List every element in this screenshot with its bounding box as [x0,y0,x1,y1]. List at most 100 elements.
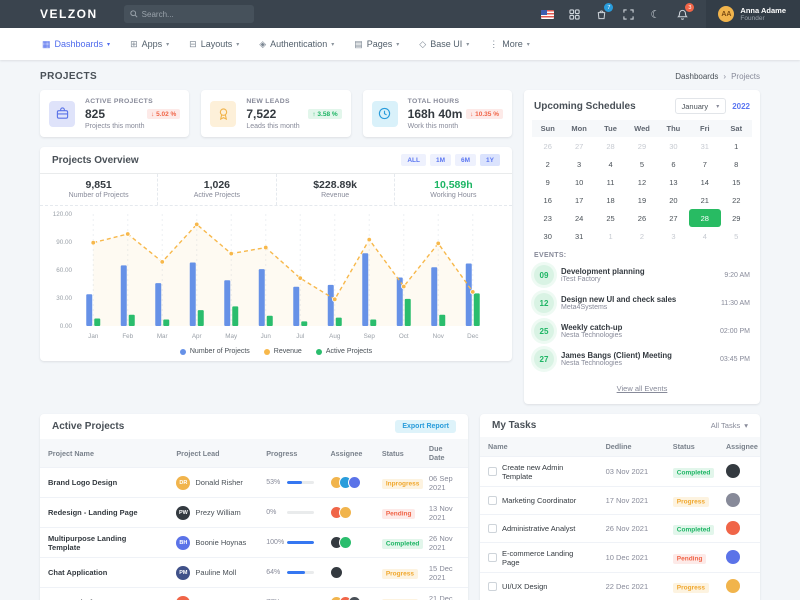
weekday-label: Mon [563,120,594,137]
calendar-day[interactable]: 5 [626,155,657,173]
calendar-day[interactable]: 2 [626,227,657,245]
calendar-day[interactable]: 17 [563,191,594,209]
projects-overview-chart: 0.0030.0060.0090.00120.00JanFebMarAprMay… [40,206,512,347]
legend-item-number-of-projects: Number of Projects [180,348,250,355]
calendar-day[interactable]: 3 [658,227,689,245]
user-menu[interactable]: AA Anna Adame Founder [706,0,800,28]
range-button-all[interactable]: ALL [401,154,426,166]
calendar-day[interactable]: 23 [532,209,563,227]
calendar-day[interactable]: 18 [595,191,626,209]
calendar-day[interactable]: 14 [689,173,720,191]
calendar-day[interactable]: 26 [532,137,563,155]
calendar-day[interactable]: 12 [626,173,657,191]
cart-icon[interactable]: 7 [594,7,608,21]
lead-name: Pauline Moll [195,568,236,577]
task-checkbox[interactable] [488,496,497,505]
export-report-button[interactable]: Export Report [395,420,456,433]
nav-item-apps[interactable]: ⊞Apps▾ [130,39,169,50]
avatar [726,521,740,535]
calendar-day[interactable]: 4 [595,155,626,173]
calendar-day[interactable]: 22 [721,191,752,209]
logo[interactable]: VELZON [40,7,98,21]
calendar-day[interactable]: 2 [532,155,563,173]
calendar-day[interactable]: 20 [658,191,689,209]
lead-name: Boonie Hoynas [195,538,246,547]
due-date: 21 Dec 2021 [421,588,468,600]
progress-cell: 100% [266,539,314,546]
breadcrumb-dashboards[interactable]: Dashboards [675,72,718,81]
apps-grid-icon[interactable] [567,7,581,21]
nav-item-dashboards[interactable]: ▦Dashboards▾ [42,39,110,50]
event-organization: Nesta Technologies [561,332,713,339]
task-checkbox[interactable] [488,524,497,533]
project-lead: BH Boonie Hoynas [176,536,250,550]
calendar-day[interactable]: 9 [532,173,563,191]
range-button-1y[interactable]: 1Y [480,154,500,166]
calendar-day-selected[interactable]: 28 [689,209,720,227]
range-button-1m[interactable]: 1M [430,154,451,166]
calendar-day[interactable]: 13 [658,173,689,191]
calendar-day[interactable]: 21 [689,191,720,209]
calendar-day[interactable]: 5 [721,227,752,245]
briefcase-icon [49,101,75,127]
language-flag-icon[interactable] [540,7,554,21]
task-checkbox[interactable] [488,467,497,476]
stat-label: ACTIVE PROJECTS [85,98,180,105]
calendar-day[interactable]: 16 [532,191,563,209]
calendar-day[interactable]: 26 [626,209,657,227]
calendar-day[interactable]: 1 [721,137,752,155]
overview-stat-label: Active Projects [158,192,275,199]
event-item: 09Development planningiTest Factory9:20 … [524,261,760,289]
table-row: E-commerce Landing Page10 Dec 2021Pendin… [480,543,760,573]
calendar-day[interactable]: 31 [563,227,594,245]
nav-item-more[interactable]: ⋮More▾ [489,39,530,50]
calendar-day[interactable]: 31 [689,137,720,155]
calendar-day[interactable]: 30 [532,227,563,245]
calendar-day[interactable]: 27 [563,137,594,155]
calendar-day[interactable]: 4 [689,227,720,245]
calendar-day[interactable]: 29 [721,209,752,227]
calendar-day[interactable]: 19 [626,191,657,209]
status-badge: Progress [382,569,418,579]
status-badge: Pending [382,509,416,519]
dark-mode-icon[interactable]: ☾ [648,7,662,21]
notifications-icon[interactable]: 3 [675,7,689,21]
calendar-day[interactable]: 25 [595,209,626,227]
calendar-day[interactable]: 8 [721,155,752,173]
calendar-day[interactable]: 3 [563,155,594,173]
stat-caption: Projects this month [85,123,180,130]
stat-delta-badge: ↓ 5.02 % [147,109,180,119]
avatar [348,596,361,600]
view-all-events-link[interactable]: View all Events [617,384,668,393]
calendar-day[interactable]: 15 [721,173,752,191]
fullscreen-icon[interactable] [621,7,635,21]
calendar-day[interactable]: 27 [658,209,689,227]
range-button-6m[interactable]: 6M [455,154,476,166]
month-select[interactable]: January ▾ [675,98,727,114]
calendar-day[interactable]: 7 [689,155,720,173]
avatar: JB [176,596,190,600]
nav-item-authentication[interactable]: ◈Authentication▾ [259,39,334,50]
calendar-day[interactable]: 11 [595,173,626,191]
status-badge: Progress [673,583,709,593]
calendar-day[interactable]: 29 [626,137,657,155]
task-checkbox[interactable] [488,582,497,591]
calendar-day[interactable]: 6 [658,155,689,173]
calendar-day[interactable]: 24 [563,209,594,227]
search-input[interactable] [142,10,248,19]
calendar-day[interactable]: 28 [595,137,626,155]
task-checkbox[interactable] [488,553,497,562]
avatar: BH [176,536,190,550]
chevron-down-icon: ▾ [107,41,110,48]
nav-item-base-ui[interactable]: ◇Base UI▾ [419,39,469,50]
nav-item-layouts[interactable]: ⊟Layouts▾ [189,39,239,50]
calendar-day[interactable]: 10 [563,173,594,191]
active-projects-title: Active Projects [52,421,124,432]
nav-item-pages[interactable]: ▤Pages▾ [354,39,399,50]
tasks-filter-dropdown[interactable]: All Tasks ▾ [711,421,748,430]
task-label: Administrative Analyst [502,524,575,533]
calendar-day[interactable]: 30 [658,137,689,155]
nav-item-label: Base UI [430,39,462,49]
calendar-day[interactable]: 1 [595,227,626,245]
due-date: 06 Sep 2021 [421,468,468,498]
